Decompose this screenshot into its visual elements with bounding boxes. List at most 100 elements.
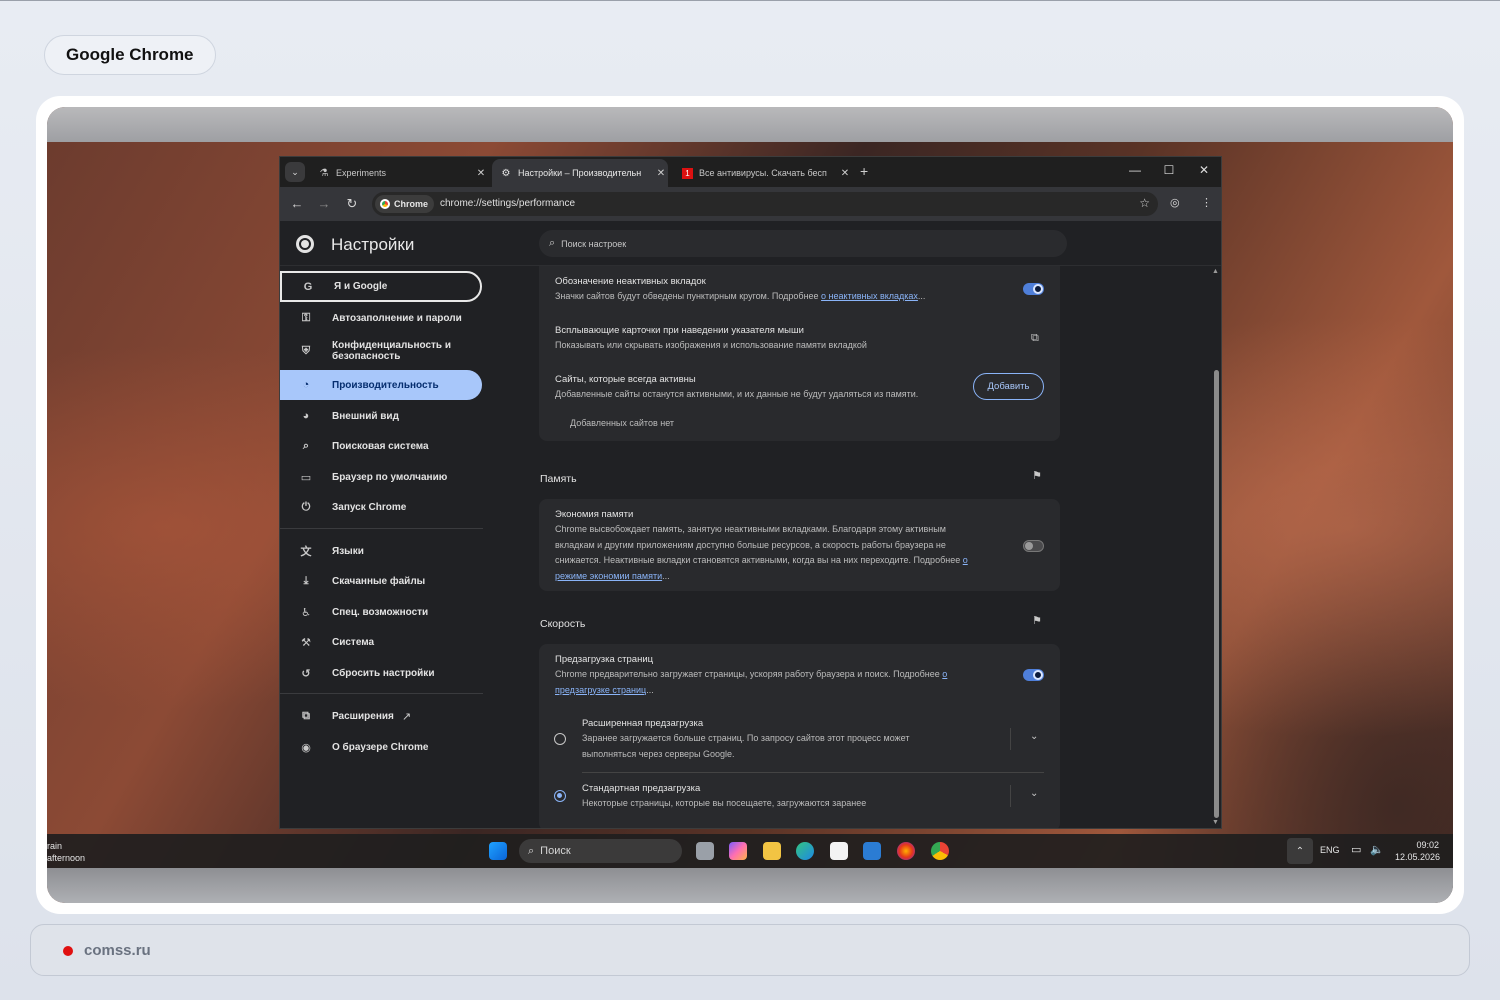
inactive-tabs-description: Значки сайтов будут обведены пунктирным … (555, 289, 925, 305)
sidebar-item-you-and-google[interactable]: G Я и Google (280, 271, 482, 302)
close-tab-icon[interactable]: ✕ (474, 168, 488, 179)
minimize-button[interactable]: — (1125, 163, 1145, 177)
close-tab-icon[interactable]: ✕ (654, 168, 668, 179)
sidebar-item-languages[interactable]: 文 Языки (280, 536, 482, 566)
close-window-button[interactable]: ✕ (1194, 163, 1214, 177)
task-view-icon[interactable] (696, 842, 714, 860)
sidebar-item-label: Сбросить настройки (332, 667, 435, 679)
sidebar-item-system[interactable]: ⚒ Система (280, 627, 482, 657)
sidebar-item-default-browser[interactable]: ▭ Браузер по умолчанию (280, 462, 482, 492)
preload-line: Chrome предварительно загружает страницы… (555, 669, 943, 679)
url-text[interactable]: chrome://settings/performance (440, 198, 575, 209)
address-bar[interactable]: Chrome chrome://settings/performance ☆ (372, 192, 1158, 216)
sidebar-item-on-startup[interactable]: ⏻ Запуск Chrome (280, 492, 482, 522)
store-icon[interactable] (830, 842, 848, 860)
sidebar-item-appearance[interactable]: ◕ Внешний вид (280, 401, 482, 431)
memory-saver-description: Chrome высвобождает память, занятую неак… (555, 522, 1015, 584)
standard-preload-radio[interactable] (554, 790, 566, 802)
sidebar-item-about-chrome[interactable]: ◉ О браузере Chrome (280, 732, 482, 762)
chip-label: Chrome (394, 199, 429, 209)
inactive-tabs-toggle[interactable] (1023, 283, 1044, 295)
memory-section-title: Память (540, 473, 577, 485)
scrollbar[interactable]: ▲ ▼ (1211, 266, 1221, 828)
tab-experiments[interactable]: ⚗ Experiments ✕ (310, 159, 488, 187)
settings-content: Обозначение неактивных вкладок Значки са… (539, 266, 1219, 828)
tab-settings[interactable]: ⚙ Настройки – Производительн ✕ (492, 159, 668, 187)
sidebar-item-reset[interactable]: ↺ Сбросить настройки (280, 658, 482, 688)
tab-search-button[interactable]: ⌄ (285, 162, 305, 182)
sidebar-item-extensions[interactable]: ⧉ Расширения ↗ (280, 701, 482, 731)
new-tab-button[interactable]: + (860, 163, 868, 179)
standard-preload-description: Некоторые страницы, которые вы посещаете… (582, 798, 867, 808)
search-icon: ⌕ (549, 237, 556, 249)
settings-search-input[interactable]: ⌕ Поиск настроек (539, 230, 1067, 257)
preload-toggle[interactable] (1023, 669, 1044, 681)
scroll-down-icon[interactable]: ▼ (1212, 819, 1219, 826)
back-button[interactable]: ← (289, 196, 305, 211)
memory-saver-toggle[interactable] (1023, 540, 1044, 552)
preload-description: Chrome предварительно загружает страницы… (555, 667, 1015, 698)
sidebar-item-autofill[interactable]: ⚿ Автозаполнение и пароли (280, 303, 482, 333)
volume-icon[interactable]: 🔈 (1370, 843, 1384, 856)
puzzle-icon: ⧉ (302, 709, 310, 722)
open-external-icon: ↗ (401, 710, 412, 723)
open-subpage-icon[interactable]: ⧉ (1031, 332, 1039, 345)
file-explorer-icon[interactable] (763, 842, 781, 860)
chrome-icon[interactable] (931, 842, 949, 860)
sidebar-item-performance[interactable]: ◔ Производительность (280, 370, 482, 400)
chevron-down-icon[interactable]: ⌄ (1030, 788, 1038, 799)
chrome-icon (380, 199, 390, 209)
chevron-down-icon: ⌄ (291, 166, 299, 177)
speed-section-title: Скорость (540, 618, 586, 630)
preload-link[interactable]: о (942, 669, 947, 679)
edge-icon[interactable] (796, 842, 814, 860)
maximize-button[interactable]: ☐ (1159, 163, 1179, 177)
inactive-tabs-link[interactable]: о неактивных вкладках (821, 291, 918, 301)
tab-antivirus[interactable]: 1 Все антивирусы. Скачать бесп ✕ (674, 159, 852, 187)
taskbar-clock[interactable]: 09:02 12.05.2026 (1395, 839, 1440, 863)
ellipsis: ... (646, 684, 654, 695)
clock-time: 09:02 (1416, 840, 1439, 850)
chevron-down-icon[interactable]: ⌄ (1030, 731, 1038, 742)
firefox-icon[interactable] (897, 842, 915, 860)
close-tab-icon[interactable]: ✕ (838, 168, 852, 179)
copilot-icon[interactable] (729, 842, 747, 860)
mail-icon[interactable] (863, 842, 881, 860)
sidebar-item-downloads[interactable]: ⤓ Скачанные файлы (280, 566, 482, 596)
sidebar-item-accessibility[interactable]: ♿ Спец. возможности (280, 597, 482, 627)
scroll-up-icon[interactable]: ▲ (1212, 268, 1219, 275)
taskbar-search[interactable]: ⌕ Поиск (519, 839, 682, 863)
sidebar-item-label: Система (332, 636, 375, 648)
weather-line: afternoon (47, 853, 86, 863)
feedback-icon[interactable]: ⚑ (1032, 614, 1042, 627)
inactive-tabs-title: Обозначение неактивных вкладок (555, 276, 706, 287)
windows-start-icon[interactable] (489, 842, 507, 860)
extended-preload-radio[interactable] (554, 733, 566, 745)
site-info-chip[interactable]: Chrome (375, 195, 435, 213)
sidebar-item-search-engine[interactable]: ⌕ Поисковая система (280, 431, 482, 461)
source-footer: comss.ru (30, 924, 1470, 976)
bookmark-star-icon[interactable]: ☆ (1139, 196, 1150, 210)
preload-link[interactable]: предзагрузке страниц (555, 685, 646, 695)
reload-button[interactable]: ↻ (344, 196, 360, 212)
add-site-button[interactable]: Добавить (973, 373, 1044, 400)
red-dot-icon (63, 946, 73, 956)
tray-overflow-button[interactable]: ⌃ (1287, 838, 1313, 864)
shield-icon: ⛨ (301, 344, 311, 357)
language-indicator[interactable]: ENG (1320, 845, 1340, 855)
scrollbar-thumb[interactable] (1214, 370, 1219, 818)
forward-button[interactable]: → (316, 196, 332, 211)
screen-top-band (47, 107, 1453, 142)
vertical-divider (1010, 728, 1011, 750)
memory-saver-link[interactable]: режиме экономии памяти (555, 571, 662, 581)
chrome-logo-icon (296, 235, 314, 253)
feedback-icon[interactable]: ⚑ (1032, 469, 1042, 482)
sidebar-item-privacy[interactable]: ⛨ Конфиденциальность и безопасность (280, 336, 482, 366)
profile-icon[interactable]: ◎ (1170, 196, 1180, 209)
network-icon[interactable]: ▭ (1351, 843, 1361, 856)
power-icon: ⏻ (301, 500, 311, 513)
weather-widget[interactable]: rain afternoon (47, 840, 85, 864)
memory-saver-link[interactable]: о (963, 555, 968, 565)
menu-icon[interactable]: ⋮ (1201, 196, 1212, 209)
sidebar-item-label: Браузер по умолчанию (332, 471, 448, 483)
